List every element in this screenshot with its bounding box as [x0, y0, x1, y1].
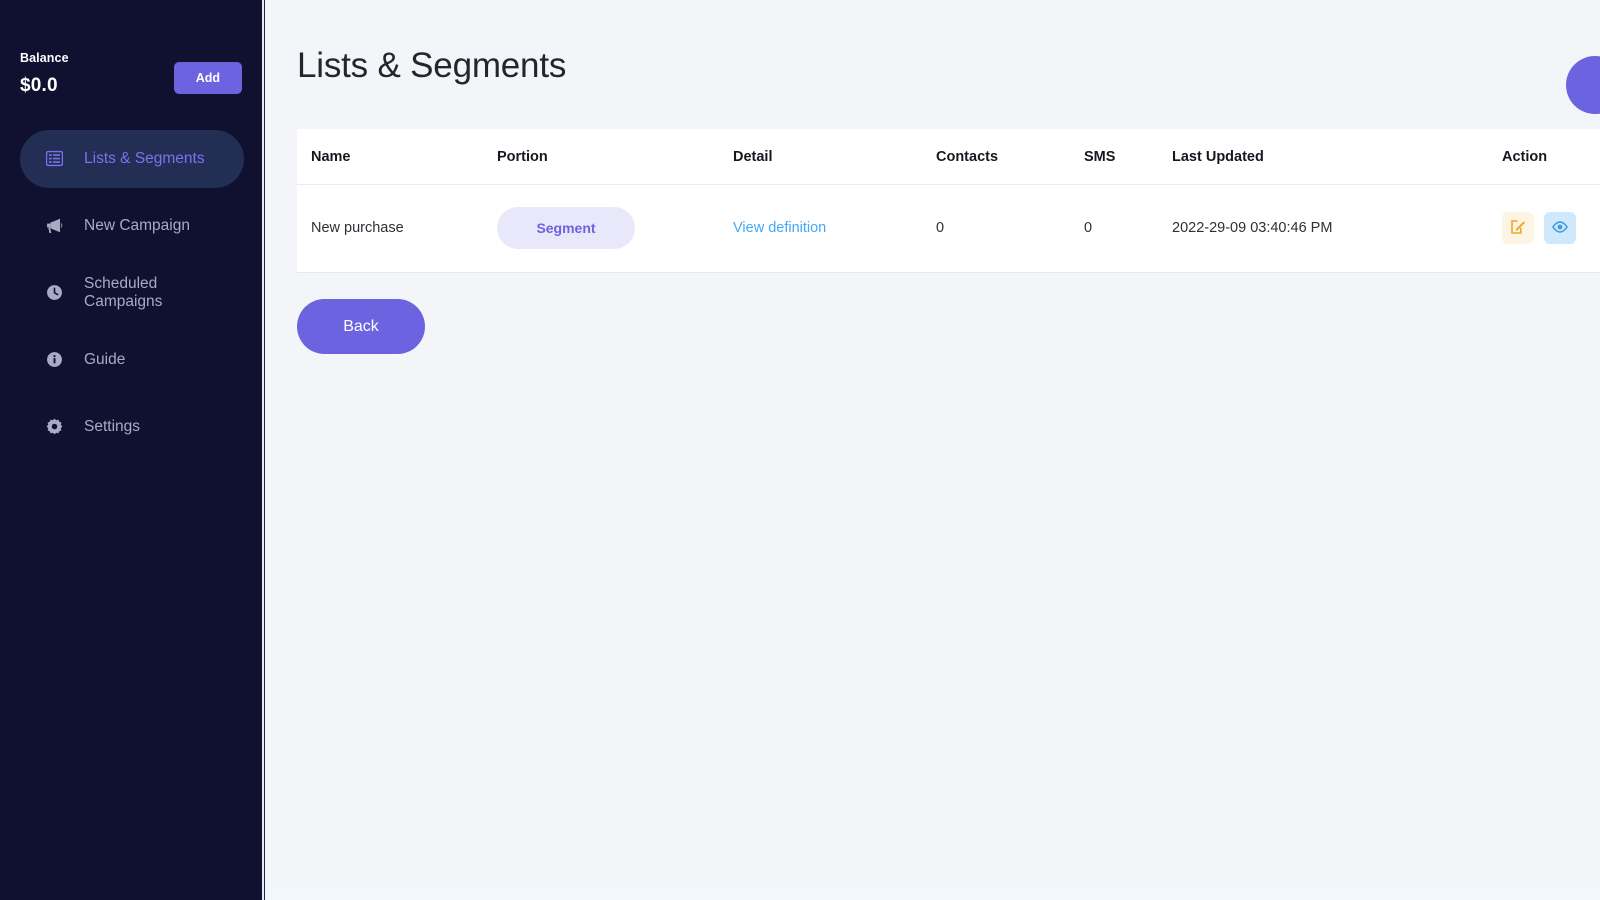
cell-actions: [1502, 185, 1600, 273]
cell-name: New purchase: [297, 185, 497, 273]
sidebar-item-label: New Campaign: [84, 217, 190, 235]
view-definition-link[interactable]: View definition: [733, 220, 826, 236]
page-header: Lists & Segments: [297, 46, 1600, 86]
add-balance-button[interactable]: Add: [174, 62, 242, 94]
page-title: Lists & Segments: [297, 46, 566, 86]
lists-table: Name Portion Detail Contacts SMS Last Up…: [297, 129, 1600, 272]
sidebar-item-lists-segments[interactable]: Lists & Segments: [20, 130, 244, 188]
footer-strip: [265, 882, 1600, 900]
view-button[interactable]: [1544, 212, 1576, 244]
clock-icon: [46, 284, 63, 301]
sidebar-item-label: Guide: [84, 351, 125, 369]
main-content: Lists & Segments Name Portion Detail Con…: [265, 0, 1600, 900]
balance-amount: $0.0: [20, 75, 69, 97]
sidebar-item-new-campaign[interactable]: New Campaign: [20, 197, 244, 255]
sidebar: Balance $0.0 Add Lists & Segments: [0, 0, 265, 900]
status-badge: Segment: [497, 207, 635, 249]
column-header-last-updated[interactable]: Last Updated: [1172, 129, 1502, 185]
table-row[interactable]: New purchase Segment View definition 0 0…: [297, 185, 1600, 273]
column-header-sms[interactable]: SMS: [1084, 129, 1172, 185]
column-header-name[interactable]: Name: [297, 129, 497, 185]
main-inner: Lists & Segments Name Portion Detail Con…: [265, 0, 1600, 354]
balance-info: Balance $0.0: [20, 48, 69, 97]
list-icon: [46, 150, 63, 167]
cell-portion: Segment: [497, 185, 733, 273]
row-actions: [1502, 212, 1600, 244]
sidebar-item-settings[interactable]: Settings: [20, 398, 244, 456]
sidebar-nav: Lists & Segments New Campaign Schedu: [0, 130, 264, 456]
column-header-detail[interactable]: Detail: [733, 129, 936, 185]
balance-block: Balance $0.0 Add: [0, 0, 264, 97]
sidebar-item-label: Settings: [84, 418, 140, 436]
sidebar-item-guide[interactable]: Guide: [20, 331, 244, 389]
info-icon: [46, 351, 63, 368]
sidebar-item-scheduled-campaigns[interactable]: Scheduled Campaigns: [20, 264, 244, 322]
table-body: New purchase Segment View definition 0 0…: [297, 185, 1600, 273]
edit-icon: [1510, 219, 1526, 238]
edit-button[interactable]: [1502, 212, 1534, 244]
megaphone-icon: [46, 217, 63, 234]
sidebar-item-label: Scheduled Campaigns: [84, 275, 218, 311]
column-header-action[interactable]: Action: [1502, 129, 1600, 185]
gear-icon: [46, 418, 63, 435]
sidebar-item-label: Lists & Segments: [84, 150, 205, 168]
table-header-row: Name Portion Detail Contacts SMS Last Up…: [297, 129, 1600, 185]
cell-detail: View definition: [733, 185, 936, 273]
balance-label: Balance: [20, 52, 69, 66]
lists-table-card: Name Portion Detail Contacts SMS Last Up…: [297, 129, 1600, 273]
cell-sms: 0: [1084, 185, 1172, 273]
column-header-portion[interactable]: Portion: [497, 129, 733, 185]
cell-last-updated: 2022-29-09 03:40:46 PM: [1172, 185, 1502, 273]
cell-contacts: 0: [936, 185, 1084, 273]
table-head: Name Portion Detail Contacts SMS Last Up…: [297, 129, 1600, 185]
sidebar-scrollbar[interactable]: [262, 0, 264, 900]
back-button[interactable]: Back: [297, 299, 425, 354]
view-icon: [1552, 219, 1568, 238]
column-header-contacts[interactable]: Contacts: [936, 129, 1084, 185]
